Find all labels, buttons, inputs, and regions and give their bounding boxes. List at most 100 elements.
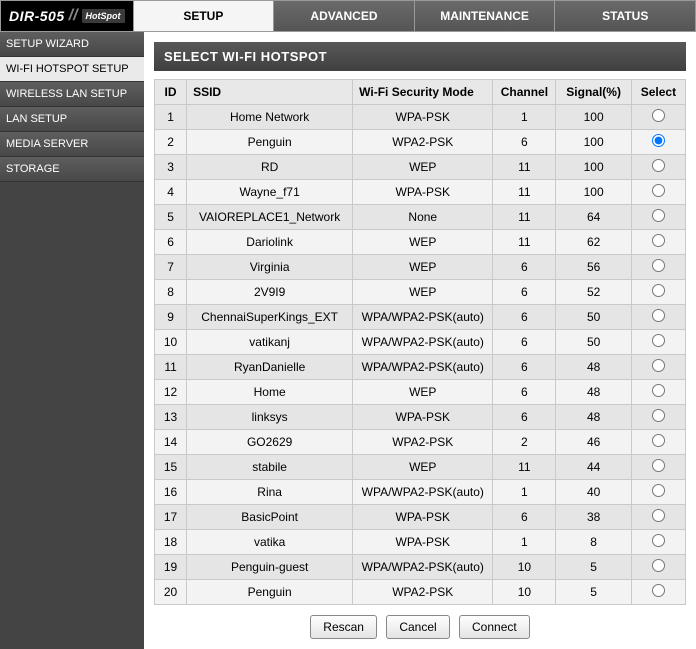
cancel-button[interactable]: Cancel: [386, 615, 449, 639]
cell-ssid: Virginia: [187, 255, 353, 280]
cell-security: WEP: [353, 155, 493, 180]
cell-signal: 46: [556, 430, 631, 455]
sidebar-item-media-server[interactable]: MEDIA SERVER: [0, 132, 144, 157]
cell-id: 20: [155, 580, 187, 605]
cell-select: [631, 480, 685, 505]
table-row: 7VirginiaWEP656: [155, 255, 686, 280]
cell-id: 12: [155, 380, 187, 405]
table-row: 10vatikanjWPA/WPA2-PSK(auto)650: [155, 330, 686, 355]
select-radio[interactable]: [652, 509, 665, 522]
cell-security: WPA2-PSK: [353, 130, 493, 155]
cell-security: WPA/WPA2-PSK(auto): [353, 355, 493, 380]
select-radio[interactable]: [652, 434, 665, 447]
cell-signal: 48: [556, 380, 631, 405]
cell-select: [631, 405, 685, 430]
sidebar-item-wi-fi-hotspot-setup[interactable]: WI-FI HOTSPOT SETUP: [0, 57, 144, 82]
cell-signal: 56: [556, 255, 631, 280]
select-radio[interactable]: [652, 334, 665, 347]
cell-security: WPA2-PSK: [353, 580, 493, 605]
topnav-item-setup[interactable]: SETUP: [133, 1, 274, 31]
table-row: 19Penguin-guestWPA/WPA2-PSK(auto)105: [155, 555, 686, 580]
cell-security: WPA-PSK: [353, 530, 493, 555]
col-ssid: SSID: [187, 80, 353, 105]
cell-security: WEP: [353, 380, 493, 405]
select-radio[interactable]: [652, 484, 665, 497]
cell-channel: 11: [493, 455, 556, 480]
select-radio[interactable]: [652, 559, 665, 572]
topnav-item-status[interactable]: STATUS: [554, 1, 695, 31]
cell-select: [631, 180, 685, 205]
select-radio[interactable]: [652, 384, 665, 397]
table-row: 82V9I9WEP652: [155, 280, 686, 305]
cell-channel: 6: [493, 130, 556, 155]
cell-select: [631, 555, 685, 580]
cell-ssid: Penguin: [187, 130, 353, 155]
select-radio[interactable]: [652, 109, 665, 122]
content: SELECT WI-FI HOTSPOT ID SSID Wi-Fi Secur…: [144, 32, 696, 649]
table-row: 6DariolinkWEP1162: [155, 230, 686, 255]
select-radio[interactable]: [652, 359, 665, 372]
cell-id: 1: [155, 105, 187, 130]
col-select: Select: [631, 80, 685, 105]
cell-security: WPA/WPA2-PSK(auto): [353, 330, 493, 355]
select-radio[interactable]: [652, 409, 665, 422]
cell-ssid: Penguin: [187, 580, 353, 605]
cell-signal: 62: [556, 230, 631, 255]
sidebar-item-storage[interactable]: STORAGE: [0, 157, 144, 182]
cell-id: 3: [155, 155, 187, 180]
cell-ssid: RyanDanielle: [187, 355, 353, 380]
networks-table: ID SSID Wi-Fi Security Mode Channel Sign…: [154, 79, 686, 605]
select-radio[interactable]: [652, 234, 665, 247]
brand-model: DIR-505: [9, 8, 65, 24]
select-radio[interactable]: [652, 534, 665, 547]
cell-ssid: ChennaiSuperKings_EXT: [187, 305, 353, 330]
cell-signal: 40: [556, 480, 631, 505]
cell-signal: 38: [556, 505, 631, 530]
actions: Rescan Cancel Connect: [154, 615, 686, 639]
select-radio[interactable]: [652, 209, 665, 222]
cell-select: [631, 130, 685, 155]
cell-channel: 1: [493, 480, 556, 505]
cell-ssid: Dariolink: [187, 230, 353, 255]
cell-channel: 11: [493, 180, 556, 205]
cell-channel: 6: [493, 255, 556, 280]
cell-signal: 48: [556, 355, 631, 380]
cell-channel: 6: [493, 505, 556, 530]
sidebar-item-lan-setup[interactable]: LAN SETUP: [0, 107, 144, 132]
select-radio[interactable]: [652, 159, 665, 172]
topnav-item-advanced[interactable]: ADVANCED: [273, 1, 414, 31]
cell-select: [631, 230, 685, 255]
select-radio[interactable]: [652, 259, 665, 272]
select-radio[interactable]: [652, 184, 665, 197]
cell-channel: 6: [493, 330, 556, 355]
sidebar-item-wireless-lan-setup[interactable]: WIRELESS LAN SETUP: [0, 82, 144, 107]
select-radio[interactable]: [652, 309, 665, 322]
cell-id: 8: [155, 280, 187, 305]
cell-id: 6: [155, 230, 187, 255]
cell-security: WEP: [353, 230, 493, 255]
sidebar-item-setup-wizard[interactable]: SETUP WIZARD: [0, 32, 144, 57]
cell-ssid: RD: [187, 155, 353, 180]
select-radio[interactable]: [652, 584, 665, 597]
cell-ssid: stabile: [187, 455, 353, 480]
cell-id: 11: [155, 355, 187, 380]
cell-select: [631, 280, 685, 305]
cell-id: 10: [155, 330, 187, 355]
panel-title: SELECT WI-FI HOTSPOT: [154, 42, 686, 71]
cell-security: WEP: [353, 280, 493, 305]
select-radio[interactable]: [652, 459, 665, 472]
select-radio[interactable]: [652, 134, 665, 147]
cell-security: WPA2-PSK: [353, 430, 493, 455]
table-row: 12HomeWEP648: [155, 380, 686, 405]
cell-security: WEP: [353, 255, 493, 280]
cell-signal: 5: [556, 580, 631, 605]
cell-signal: 52: [556, 280, 631, 305]
rescan-button[interactable]: Rescan: [310, 615, 377, 639]
cell-select: [631, 455, 685, 480]
topnav-item-maintenance[interactable]: MAINTENANCE: [414, 1, 555, 31]
select-radio[interactable]: [652, 284, 665, 297]
col-security: Wi-Fi Security Mode: [353, 80, 493, 105]
connect-button[interactable]: Connect: [459, 615, 530, 639]
cell-signal: 64: [556, 205, 631, 230]
cell-security: WPA/WPA2-PSK(auto): [353, 305, 493, 330]
